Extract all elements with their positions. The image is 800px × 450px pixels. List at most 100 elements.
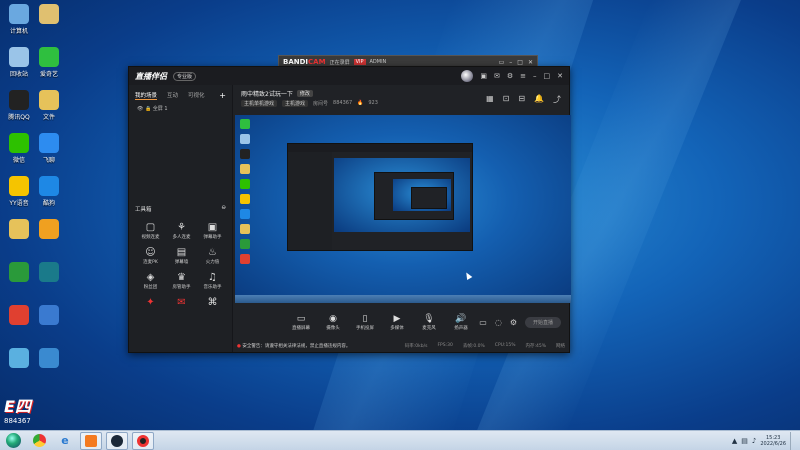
tab-scenes[interactable]: 我的场景 (135, 91, 158, 100)
vip-badge: VIP (353, 59, 366, 65)
category-chip[interactable]: 主机单机游戏 (241, 100, 278, 107)
taskbar-bandicam[interactable] (132, 431, 154, 450)
tab-visual[interactable]: 可视化 (188, 91, 205, 100)
settings-icon[interactable]: ⚙ (507, 72, 513, 80)
desktop-icon[interactable]: 爱奇艺 (32, 47, 66, 78)
desktop-icon-label: 飞聊 (42, 157, 55, 164)
mail-icon[interactable]: ✉ (494, 72, 500, 80)
folder-icon[interactable]: ▭ (499, 59, 505, 66)
source-control[interactable]: 🎙 麦克风 (413, 314, 445, 331)
tool-item[interactable]: ⌘ (197, 296, 228, 309)
source-control[interactable]: 🔊 扬声器 (445, 314, 477, 331)
tool-item[interactable]: ♨ 火力值 (197, 246, 228, 265)
desktop-icon[interactable]: 腾讯QQ (2, 90, 36, 121)
lock-icon[interactable]: ⊡ (503, 94, 510, 105)
tool-item[interactable]: ♛ 房管助手 (166, 271, 197, 290)
desktop-icon[interactable] (2, 262, 36, 284)
desktop-icon[interactable]: YY语音 (2, 176, 36, 207)
minimize-icon[interactable]: – (533, 72, 537, 80)
more-icon[interactable]: ⊖ (221, 205, 226, 213)
tab-interact[interactable]: 互动 (167, 91, 178, 100)
record-icon[interactable]: ⊟ (518, 94, 525, 105)
desktop-icon[interactable] (2, 305, 36, 327)
skin-icon[interactable]: ▣ (480, 72, 487, 80)
source-control[interactable]: ◉ 摄像头 (317, 314, 349, 331)
desktop-icon[interactable] (32, 305, 66, 327)
desktop-icon[interactable] (32, 219, 66, 241)
start-live-button[interactable]: 开始直播 (524, 316, 561, 328)
app-brand: 直播伴侣 (135, 71, 167, 81)
share-icon[interactable]: ⤴ (553, 94, 561, 105)
app-icon (39, 133, 59, 153)
desktop-icon-label: 文件 (42, 114, 55, 121)
fans-value: 923 (368, 100, 378, 106)
beauty-icon[interactable]: ◌ (495, 318, 502, 327)
desktop-icon[interactable] (32, 262, 66, 284)
volume-icon[interactable]: ♪ (752, 437, 756, 445)
tool-item[interactable]: ◈ 粉丝团 (135, 271, 166, 290)
start-button[interactable] (2, 432, 24, 450)
desktop-icon[interactable] (2, 348, 36, 370)
desktop-icon[interactable]: 文件 (32, 90, 66, 121)
record-icon[interactable]: ▭ (479, 318, 487, 327)
category-chip-2[interactable]: 主机游戏 (282, 100, 309, 107)
close-icon[interactable]: ✕ (557, 72, 563, 80)
source-control[interactable]: ▭ 直播屏幕 (285, 314, 317, 331)
layout-icon[interactable]: ▦ (486, 94, 494, 105)
desktop-icon[interactable]: 飞聊 (32, 133, 66, 164)
tool-item[interactable]: ▢ 视频连麦 (135, 221, 166, 240)
live-preview[interactable] (235, 115, 571, 303)
close-icon[interactable]: ✕ (528, 59, 533, 66)
minimize-icon[interactable]: – (509, 59, 512, 66)
desktop-icon[interactable]: 回收站 (2, 47, 36, 78)
tool-item[interactable]: ✦ (135, 296, 166, 309)
avatar[interactable] (461, 70, 474, 82)
tray-icon[interactable]: ▲ (732, 437, 737, 445)
fps: FPS:30 (437, 343, 453, 348)
tool-label: 弹幕助手 (203, 235, 222, 240)
lock-icon[interactable]: 🔒 (145, 106, 151, 112)
fire-icon: 🔥 (357, 100, 364, 106)
room-label: 房间号 (313, 101, 329, 107)
tool-item[interactable]: ☺ 连麦PK (135, 246, 166, 265)
danmaku-icon: ▣ (207, 222, 218, 233)
edit-title-button[interactable]: 修改 (296, 90, 313, 97)
eye-icon[interactable]: 👁 (137, 106, 143, 112)
add-scene-icon[interactable]: + (219, 91, 226, 100)
source-control[interactable]: ▶ 多媒体 (381, 314, 413, 331)
taskbar-chrome[interactable] (28, 432, 50, 450)
clock[interactable]: 15:23 2022/6/26 (760, 435, 786, 447)
maximize-icon[interactable]: □ (544, 72, 551, 80)
bell-icon[interactable]: 🔔 (534, 94, 544, 105)
scene-item[interactable]: 👁 🔒 全屏 1 (129, 102, 232, 115)
desktop-icon[interactable]: 计算机 (2, 4, 36, 35)
tool-item[interactable]: ▤ 弹幕墙 (166, 246, 197, 265)
desktop-icon[interactable] (2, 219, 36, 241)
tool-label: 音乐助手 (203, 285, 222, 290)
desktop-icon[interactable]: 酷狗 (32, 176, 66, 207)
desktop-icon-label: 计算机 (9, 28, 28, 35)
desktop-icon[interactable] (32, 348, 66, 370)
taskbar-live-companion[interactable] (80, 431, 102, 450)
maximize-icon[interactable]: □ (517, 59, 523, 66)
menu-icon[interactable]: ≡ (520, 72, 526, 80)
status-bar: ● 安全警告：请遵守相关法律法规，禁止直播违规内容。 码率:0kb/s FPS:… (233, 340, 569, 352)
settings-icon[interactable]: ⚙ (510, 318, 517, 327)
stream-title[interactable]: 雨中精致2试玩一下 (241, 89, 293, 98)
show-desktop-button[interactable] (790, 431, 796, 450)
tool-item[interactable]: ⚘ 多人连麦 (166, 221, 197, 240)
tool-item[interactable]: ✉ (166, 296, 197, 309)
overlay-badge: E四 884367 (4, 393, 56, 425)
music-icon: ♫ (208, 272, 217, 283)
tool-item[interactable]: ♫ 音乐助手 (197, 271, 228, 290)
tool-item[interactable]: ▣ 弹幕助手 (197, 221, 228, 240)
sidebar-tabs: 我的场景 互动 可视化 + (129, 85, 232, 102)
source-controls: ▭ 直播屏幕 ◉ 摄像头 ▯ 手机投屏 ▶ 多媒体 🎙 麦克风 🔊 扬声器 ▭ ◌ ⚙ 开始直播 (233, 307, 569, 337)
desktop-icon[interactable] (32, 4, 66, 26)
network-icon[interactable]: ▤ (741, 437, 748, 445)
taskbar-ie[interactable]: e (54, 432, 76, 450)
source-control[interactable]: ▯ 手机投屏 (349, 314, 381, 331)
desktop-icon[interactable]: 微信 (2, 133, 36, 164)
edition-tag[interactable]: 专业版 (173, 71, 197, 81)
taskbar-steam[interactable] (106, 431, 128, 450)
